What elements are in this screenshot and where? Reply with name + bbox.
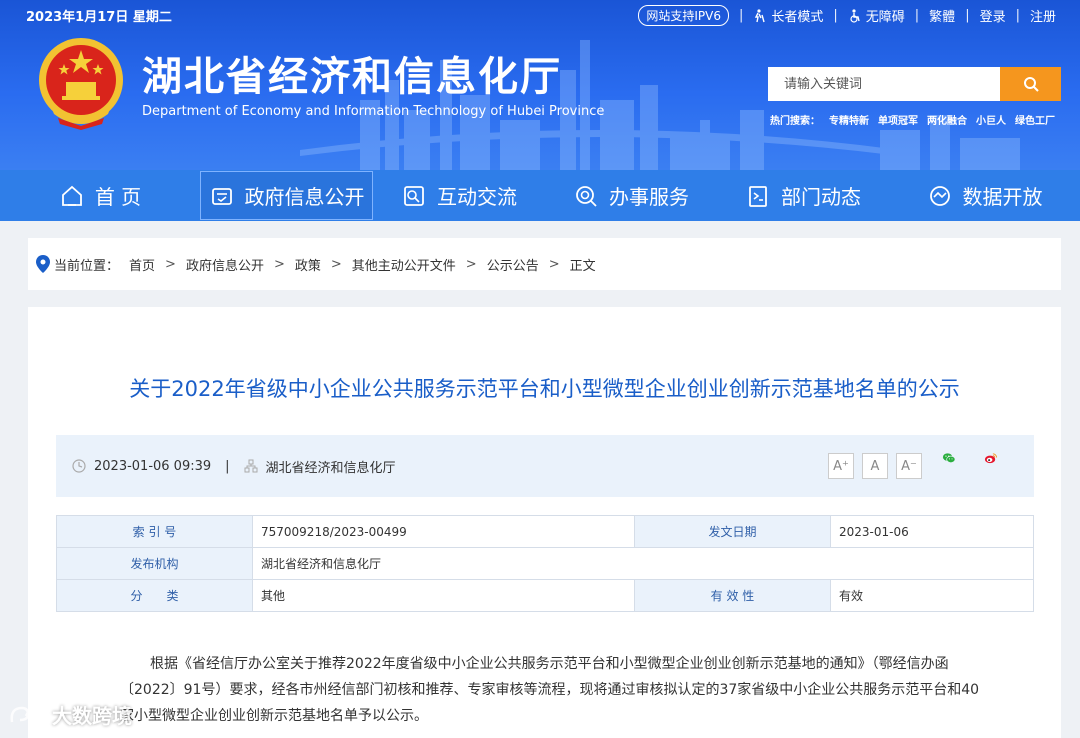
organization-icon bbox=[244, 459, 258, 473]
nav-home-label: 首 页 bbox=[94, 185, 142, 209]
table-row: 发布机构 湖北省经济和信息化厅 bbox=[56, 547, 1034, 580]
search-button[interactable] bbox=[1000, 67, 1061, 101]
site-header: 2023年1月17日 星期二 网站支持IPV6 | 长者模式 | 无障碍 | 繁… bbox=[0, 0, 1080, 170]
nav-services[interactable]: 办事服务 bbox=[545, 170, 717, 221]
traditional-chinese-link[interactable]: 繁體 bbox=[929, 6, 955, 25]
validity-value: 有效 bbox=[830, 579, 1034, 612]
department-news-icon bbox=[749, 185, 767, 207]
category-value: 其他 bbox=[252, 579, 635, 612]
date-label: 发文日期 bbox=[634, 515, 831, 548]
validity-label: 有 效 性 bbox=[634, 579, 831, 612]
font-size-medium-button[interactable]: A bbox=[862, 453, 888, 479]
nav-gov-info[interactable]: 政府信息公开 bbox=[200, 171, 373, 220]
nav-department-news[interactable]: 部门动态 bbox=[717, 170, 889, 221]
home-icon bbox=[61, 185, 82, 206]
breadcrumb-label: 当前位置： bbox=[54, 258, 120, 274]
index-label: 索 引 号 bbox=[56, 515, 253, 548]
breadcrumb-gov-info[interactable]: 政府信息公开 bbox=[186, 255, 264, 274]
nav-open-data[interactable]: 数据开放 bbox=[889, 170, 1080, 221]
wechat-share-icon[interactable] bbox=[942, 451, 956, 465]
open-data-icon bbox=[929, 185, 950, 206]
article-title: 关于2022年省级中小企业公共服务示范平台和小型微型企业创业创新示范基地名单的公… bbox=[129, 377, 960, 401]
login-link[interactable]: 登录 bbox=[980, 6, 1006, 25]
hot-term-2[interactable]: 单项冠军 bbox=[878, 112, 918, 127]
interaction-icon bbox=[404, 185, 424, 206]
search-icon bbox=[1023, 77, 1039, 92]
publisher-value: 湖北省经济和信息化厅 bbox=[252, 547, 1034, 580]
document-info-table: 索 引 号 757009218/2023-00499 发文日期 2023-01-… bbox=[56, 515, 1034, 612]
current-date: 2023年1月17日 星期二 bbox=[26, 10, 172, 25]
main-nav: 首 页 政府信息公开 互动交流 办事服务 部门动态 数据开放 bbox=[0, 170, 1080, 221]
ipv6-badge: 网站支持IPV6 bbox=[638, 5, 729, 26]
breadcrumb-policy[interactable]: 政策 bbox=[295, 255, 321, 274]
hot-search-list: 热门搜索： 专精特新 单项冠军 两化融合 小巨人 绿色工厂 bbox=[770, 112, 1055, 127]
breadcrumb-home[interactable]: 首页 bbox=[129, 255, 155, 274]
accessibility-label: 无障碍 bbox=[865, 10, 905, 25]
clock-icon bbox=[72, 459, 86, 473]
article-body: 根据《省经信厅办公室关于推荐2022年度省级中小企业公共服务示范平台和小型微型企… bbox=[120, 651, 980, 729]
watermark-logo-icon bbox=[10, 706, 44, 722]
font-size-large-button[interactable]: A⁺ bbox=[828, 453, 854, 479]
services-icon bbox=[576, 185, 597, 207]
national-emblem-logo bbox=[39, 38, 123, 130]
elder-mode-label: 长者模式 bbox=[771, 10, 824, 25]
gov-info-icon bbox=[211, 187, 232, 205]
date-value: 2023-01-06 bbox=[830, 515, 1034, 548]
hot-term-5[interactable]: 绿色工厂 bbox=[1015, 112, 1055, 127]
article-source: 湖北省经济和信息化厅 bbox=[265, 460, 396, 476]
hot-search-label: 热门搜索： bbox=[770, 116, 820, 127]
publisher-label: 发布机构 bbox=[56, 547, 253, 580]
accessibility-link[interactable]: 无障碍 bbox=[848, 6, 905, 25]
watermark: 大数跨境 bbox=[8, 700, 132, 729]
nav-services-label: 办事服务 bbox=[609, 185, 689, 209]
elder-mode-link[interactable]: 长者模式 bbox=[753, 6, 823, 25]
site-title: 湖北省经济和信息化厅 bbox=[142, 54, 562, 100]
site-subtitle: Department of Economy and Information Te… bbox=[142, 104, 605, 119]
hot-term-4[interactable]: 小巨人 bbox=[976, 112, 1006, 127]
nav-interaction-label: 互动交流 bbox=[437, 185, 517, 209]
table-row: 索 引 号 757009218/2023-00499 发文日期 2023-01-… bbox=[56, 515, 1034, 548]
register-link[interactable]: 注册 bbox=[1030, 6, 1056, 25]
weibo-share-icon[interactable] bbox=[984, 451, 998, 465]
breadcrumb-current: 正文 bbox=[569, 258, 596, 274]
breadcrumb-other-files[interactable]: 其他主动公开文件 bbox=[352, 255, 456, 274]
top-utility-bar: 网站支持IPV6 | 长者模式 | 无障碍 | 繁體 | 登录 | 注册 bbox=[638, 5, 1056, 26]
breadcrumb-announcements[interactable]: 公示公告 bbox=[487, 255, 539, 274]
category-label: 分 类 bbox=[56, 579, 253, 612]
article-meta-bar: 2023-01-06 09:39 | 湖北省经济和信息化厅 A⁺ A A⁻ bbox=[56, 435, 1034, 497]
font-size-small-button[interactable]: A⁻ bbox=[896, 453, 922, 479]
watermark-text: 大数跨境 bbox=[52, 704, 132, 728]
nav-open-data-label: 数据开放 bbox=[962, 185, 1043, 209]
article-panel: 关于2022年省级中小企业公共服务示范平台和小型微型企业创业创新示范基地名单的公… bbox=[28, 307, 1061, 738]
index-value: 757009218/2023-00499 bbox=[252, 515, 635, 548]
article-datetime: 2023-01-06 09:39 bbox=[94, 458, 212, 474]
location-pin-icon bbox=[36, 255, 50, 273]
wheelchair-icon bbox=[850, 8, 860, 23]
search-input[interactable] bbox=[768, 67, 1000, 101]
hot-term-1[interactable]: 专精特新 bbox=[829, 112, 869, 127]
breadcrumb: 当前位置： 首页 > 政府信息公开 > 政策 > 其他主动公开文件 > 公示公告… bbox=[28, 238, 1061, 290]
nav-department-news-label: 部门动态 bbox=[781, 185, 861, 209]
nav-interaction[interactable]: 互动交流 bbox=[373, 170, 545, 221]
table-row: 分 类 其他 有 效 性 有效 bbox=[56, 579, 1034, 612]
article-paragraph: 根据《省经信厅办公室关于推荐2022年度省级中小企业公共服务示范平台和小型微型企… bbox=[120, 656, 980, 724]
elder-icon bbox=[755, 8, 766, 22]
nav-home[interactable]: 首 页 bbox=[0, 170, 200, 221]
nav-gov-info-label: 政府信息公开 bbox=[244, 185, 365, 209]
hot-term-3[interactable]: 两化融合 bbox=[927, 112, 967, 127]
